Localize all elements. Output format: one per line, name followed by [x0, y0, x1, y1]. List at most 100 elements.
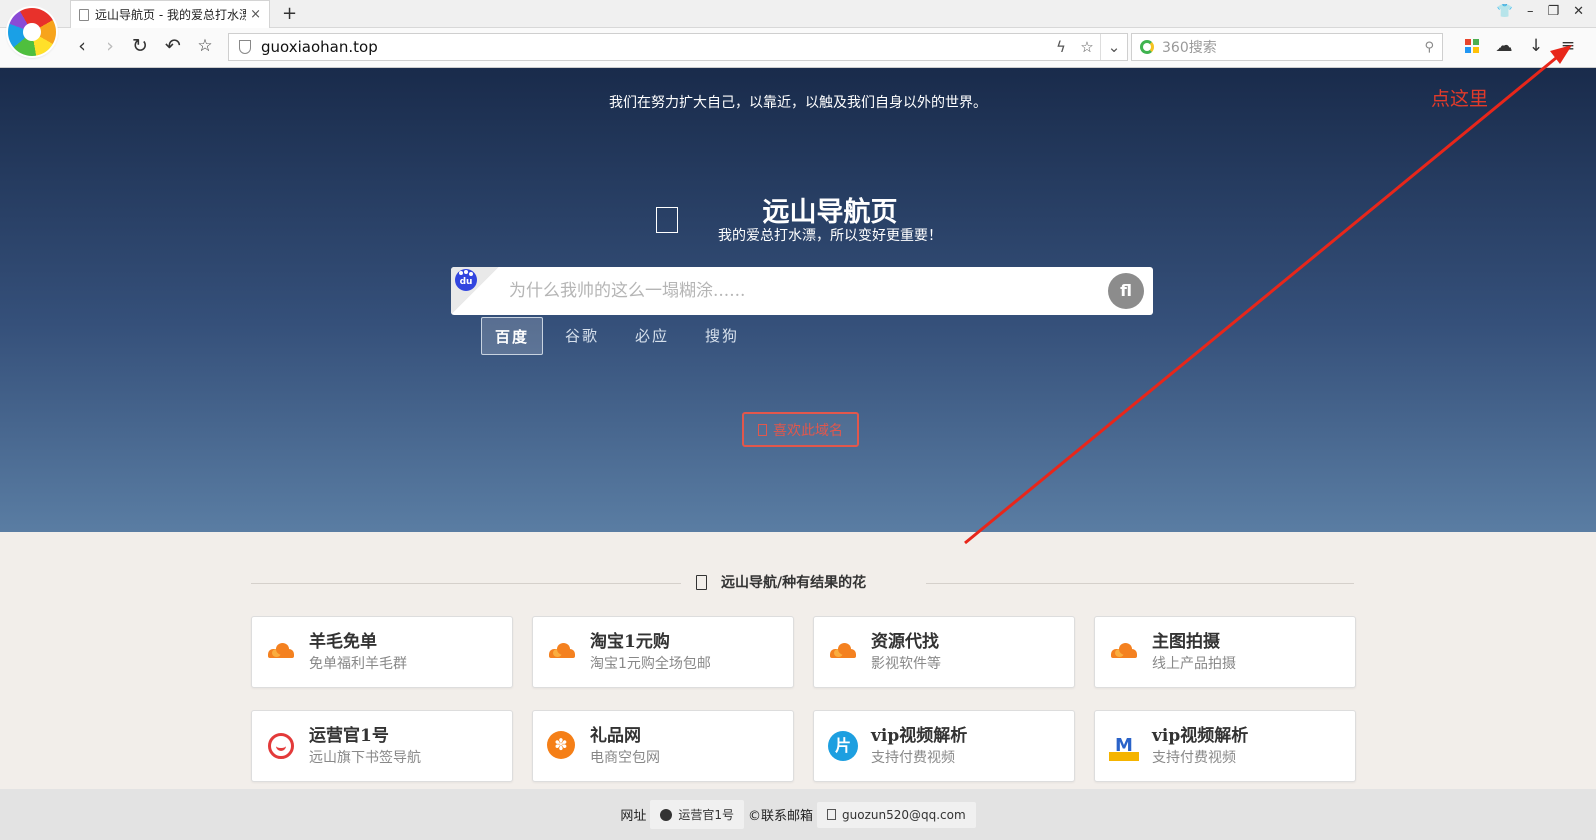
footer-label: 网址 — [620, 809, 647, 824]
search-submit-button[interactable]: fl — [1108, 273, 1144, 309]
nav-card[interactable]: 运营官1号远山旗下书签导航 — [251, 710, 513, 782]
cloud-icon[interactable]: ☁ — [1492, 34, 1516, 58]
site-title: 远山导航页 — [762, 197, 898, 228]
search-360-logo-icon — [1140, 40, 1154, 54]
footer-github-link[interactable]: 运营官1号 — [650, 800, 744, 829]
browser-toolbar: ‹ › ↻ ↶ ☆ guoxiaohan.top ϟ ☆ ⌄ 360搜索 ⚲ ☁… — [0, 28, 1596, 68]
nav-card-title: vip视频解析 — [871, 726, 968, 746]
cloud-icon — [266, 637, 296, 667]
nav-card[interactable]: 主图拍摄 线上产品拍摄 — [1094, 616, 1356, 688]
forward-icon[interactable]: › — [98, 34, 122, 58]
engine-tab-bing[interactable]: 必应 — [621, 317, 683, 355]
site-brand-icon — [656, 207, 678, 233]
browser-search-placeholder: 360搜索 — [1162, 40, 1217, 56]
section-divider-right — [926, 583, 1354, 584]
toolbar-right-icons: ☁ ↓ ≡ — [1460, 34, 1580, 58]
tab-close-icon[interactable]: × — [250, 7, 261, 22]
nav-card[interactable]: 资源代找 影视软件等 — [813, 616, 1075, 688]
section-title-wrap: 远山导航/种有结果的花 — [696, 572, 926, 592]
nav-card[interactable]: Mvip视频解析 支持付费视频 — [1094, 710, 1356, 782]
browser-logo-icon[interactable] — [8, 8, 56, 56]
new-tab-button[interactable]: + — [282, 3, 297, 24]
baidu-paw-icon: du — [455, 269, 477, 291]
engine-corner[interactable]: du — [451, 267, 499, 315]
annotation-text: 点这里 — [1431, 88, 1489, 110]
m-logo-icon: M — [1109, 731, 1139, 761]
nav-card-desc: 远山旗下书签导航 — [309, 750, 421, 766]
cloud-icon-glyph — [266, 637, 296, 667]
search-box: du fl — [451, 267, 1153, 315]
reload-icon[interactable]: ↻ — [128, 34, 152, 58]
lightning-icon[interactable]: ϟ — [1048, 38, 1074, 56]
gift-icon-glyph: ✽ — [547, 731, 575, 759]
nav-card-desc: 电商空包网 — [590, 750, 660, 766]
mail-icon — [827, 809, 836, 820]
hero-section: 我们在努力扩大自己，以靠近，以触及我们自身以外的世界。 远山导航页 我的爱总打水… — [0, 68, 1596, 532]
pian-icon: 片 — [828, 731, 858, 761]
cloud-icon — [828, 637, 858, 667]
gift-icon: ✽ — [547, 731, 577, 761]
footer-github-text: 运营官1号 — [678, 808, 734, 822]
bookmark-star-icon[interactable]: ☆ — [193, 34, 217, 58]
engine-tab-sogou[interactable]: 搜狗 — [691, 317, 753, 355]
page-icon — [79, 8, 89, 21]
pian-icon-glyph: 片 — [828, 731, 858, 761]
browser-search-box[interactable]: 360搜索 ⚲ — [1131, 33, 1443, 61]
cloud-icon-glyph — [1109, 637, 1139, 667]
nav-card-title: 主图拍摄 — [1152, 632, 1220, 652]
apps-icon[interactable] — [1460, 34, 1484, 58]
nav-card[interactable]: ✽ 礼品网电商空包网 — [532, 710, 794, 782]
menu-icon[interactable]: ≡ — [1556, 34, 1580, 58]
back-icon[interactable]: ‹ — [70, 34, 94, 58]
book-icon — [696, 574, 707, 590]
m-logo-icon-glyph: M — [1109, 731, 1139, 761]
section-header: 远山导航/种有结果的花 — [251, 572, 1354, 594]
nav-card-title: 礼品网 — [590, 726, 641, 746]
nav-card-desc: 淘宝1元购全场包邮 — [590, 656, 711, 672]
nav-card-desc: 免单福利羊毛群 — [309, 656, 407, 672]
nav-card[interactable]: 淘宝1元购 淘宝1元购全场包邮 — [532, 616, 794, 688]
nav-card-desc: 支持付费视频 — [1152, 750, 1236, 766]
tab-active[interactable]: 远山导航页 - 我的爱总打水漂 × — [70, 0, 270, 28]
nav-card[interactable]: 片 vip视频解析支持付费视频 — [813, 710, 1075, 782]
minimize-button[interactable]: – — [1527, 4, 1534, 19]
url-text[interactable]: guoxiaohan.top — [261, 38, 1048, 56]
like-domain-label: 喜欢此域名 — [773, 422, 843, 439]
like-domain-button[interactable]: 喜欢此域名 — [742, 412, 859, 447]
section-title: 远山导航/种有结果的花 — [721, 575, 867, 591]
section-divider-left — [251, 583, 681, 584]
nav-card[interactable]: 羊毛免单免单福利羊毛群 — [251, 616, 513, 688]
tab-bar: 远山导航页 - 我的爱总打水漂 × + 👕 – ❐ ✕ — [0, 0, 1596, 28]
undo-icon[interactable]: ↶ — [161, 34, 185, 58]
nav-card-desc: 支持付费视频 — [871, 750, 955, 766]
nav-card-title: 运营官1号 — [309, 726, 389, 746]
nav-card-title: 资源代找 — [871, 632, 939, 652]
cloud-icon-glyph — [828, 637, 858, 667]
monkey-icon-glyph — [268, 733, 294, 759]
search-icon[interactable]: ⚲ — [1424, 40, 1434, 55]
skin-icon[interactable]: 👕 — [1497, 4, 1513, 19]
search-input[interactable] — [509, 267, 1069, 315]
favorite-star-icon[interactable]: ☆ — [1074, 38, 1100, 56]
engine-tabs: 百度 谷歌 必应 搜狗 — [481, 317, 761, 355]
github-icon — [660, 808, 673, 821]
nav-card-desc: 影视软件等 — [871, 656, 941, 672]
window-controls: 👕 – ❐ ✕ — [1497, 4, 1584, 19]
engine-tab-google[interactable]: 谷歌 — [551, 317, 613, 355]
security-shield-icon — [239, 40, 251, 54]
cloud-icon — [547, 637, 577, 667]
address-bar[interactable]: guoxiaohan.top ϟ ☆ ⌄ — [228, 33, 1128, 61]
motto-text: 我们在努力扩大自己，以靠近，以触及我们自身以外的世界。 — [609, 95, 987, 111]
site-subtitle: 我的爱总打水漂，所以变好更重要！ — [718, 228, 942, 244]
engine-tab-baidu[interactable]: 百度 — [481, 317, 543, 355]
footer: 网址 运营官1号 ©联系邮箱 guozun520@qq.com — [0, 789, 1596, 840]
close-window-button[interactable]: ✕ — [1573, 4, 1584, 19]
monkey-icon — [266, 731, 296, 761]
nav-card-title: 羊毛免单 — [309, 632, 377, 652]
dropdown-chevron-icon[interactable]: ⌄ — [1101, 38, 1127, 56]
footer-email-link[interactable]: guozun520@qq.com — [817, 801, 976, 828]
download-icon[interactable]: ↓ — [1524, 34, 1548, 58]
cloud-icon — [1109, 637, 1139, 667]
maximize-button[interactable]: ❐ — [1547, 4, 1559, 19]
cloud-icon-glyph — [547, 637, 577, 667]
